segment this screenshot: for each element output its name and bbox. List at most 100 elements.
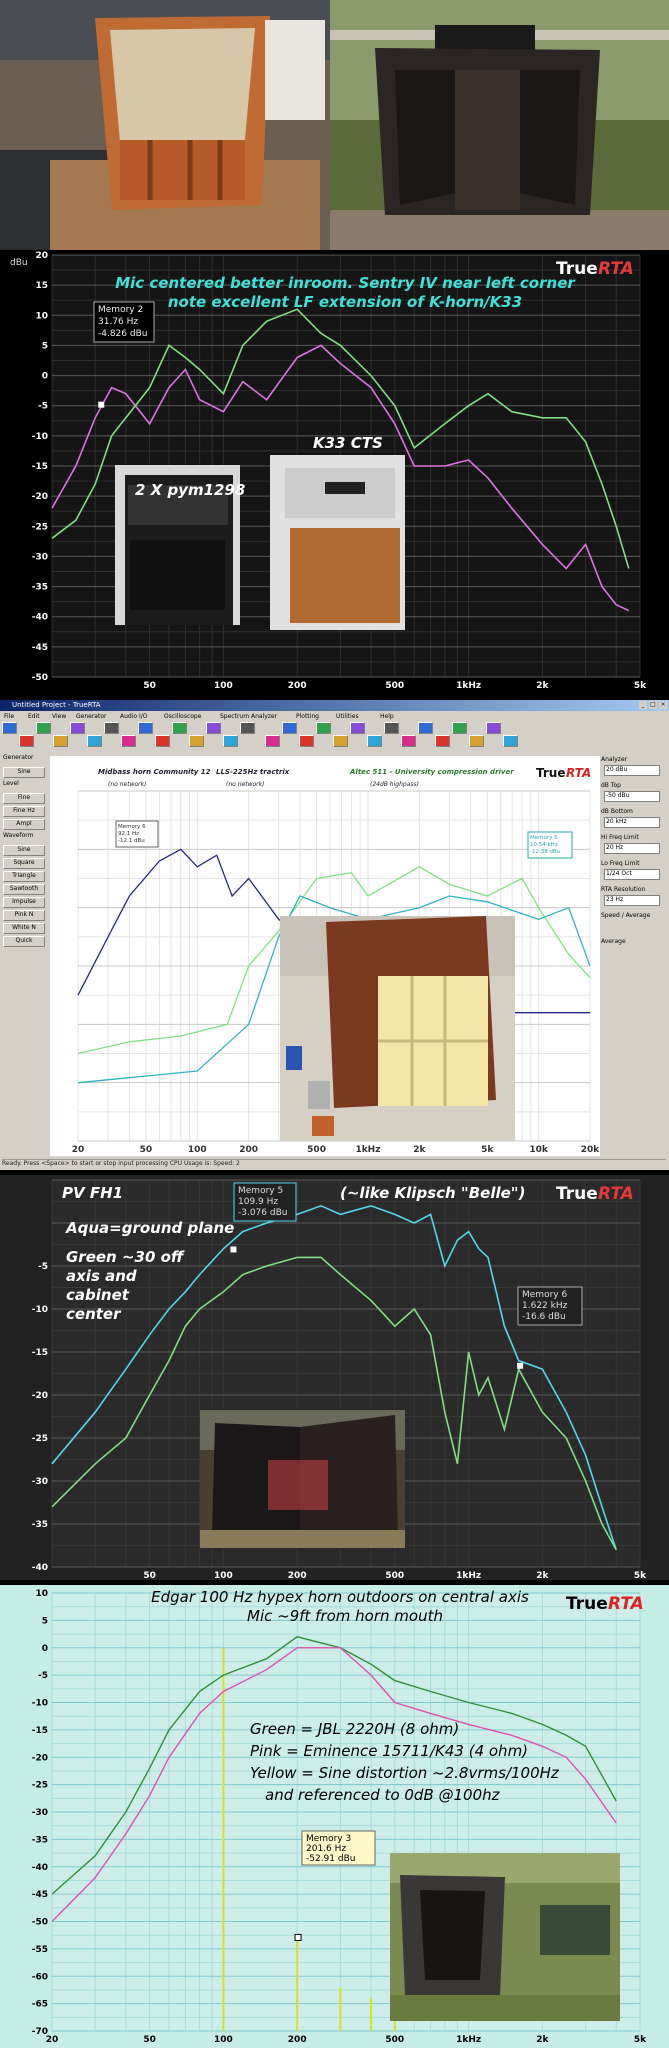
toolbar-icon-button[interactable]	[452, 722, 467, 734]
y-tick-label: -5	[38, 402, 48, 412]
toolbar-icon-button[interactable]	[70, 722, 85, 734]
toolbar-icon-button[interactable]	[367, 735, 382, 747]
chart2-logo: True RTA	[536, 766, 591, 780]
generator-control-13[interactable]: White N	[3, 923, 45, 934]
analyzer-label-1: dB Top	[601, 782, 621, 789]
toolbar-icon-button[interactable]	[265, 735, 280, 747]
menu-item-6[interactable]: Spectrum Analyzer	[220, 713, 277, 720]
generator-control-9[interactable]: Triangle	[3, 871, 45, 882]
x-tick-label: 500	[385, 681, 404, 690]
menu-item-4[interactable]: Audio I/O	[120, 713, 147, 720]
chart4-photo	[390, 1853, 620, 2021]
close-button[interactable]: ×	[659, 701, 667, 709]
toolbar-icon-button[interactable]	[206, 722, 221, 734]
generator-control-10[interactable]: Sawtooth	[3, 884, 45, 895]
y-tick-label: -15	[32, 1348, 48, 1358]
generator-control-8[interactable]: Square	[3, 858, 45, 869]
menu-item-0[interactable]: File	[4, 713, 14, 720]
toolbar-icon-button[interactable]	[350, 722, 365, 734]
toolbar-icon-button[interactable]	[155, 735, 170, 747]
analyzer-field-1[interactable]: -50 dBu	[604, 791, 660, 802]
memory5-freq: 10.54 kHz	[530, 842, 558, 848]
memory6-freq: 92.1 Hz	[118, 831, 139, 837]
toolbar-icon-button[interactable]	[503, 735, 518, 747]
generator-control-3[interactable]: Fine	[3, 793, 45, 804]
chart1-memory-box: Memory 2 31.76 Hz -4.826 dBu	[93, 301, 155, 343]
chart3-panel: -5 -10 -15 -20 -25 -30 -35 -40 50 100 200 500 1kHz 2…	[0, 1175, 669, 1580]
analyzer-field-2[interactable]: 20 kHz	[604, 817, 660, 828]
toolbar-icon-button[interactable]	[172, 722, 187, 734]
menu-item-2[interactable]: View	[52, 713, 66, 720]
chart3-subtitle: (~like Klipsch "Belle")	[340, 1184, 525, 1202]
memory5-level: -12.38 dBu	[530, 849, 560, 855]
generator-control-14[interactable]: Quick	[3, 936, 45, 947]
menu-item-9[interactable]: Help	[380, 713, 394, 720]
y-tick-label: -45	[32, 643, 48, 653]
generator-control-4[interactable]: Fine Hz	[3, 806, 45, 817]
toolbar-icon-button[interactable]	[486, 722, 501, 734]
toolbar-icon-button[interactable]	[36, 722, 51, 734]
toolbar-icon-button[interactable]	[223, 735, 238, 747]
toolbar-icon-button[interactable]	[104, 722, 119, 734]
generator-control-7[interactable]: Sine	[3, 845, 45, 856]
menu-bar: File Edit View Generator Audio I/O Oscillosco…	[2, 712, 662, 721]
menu-item-8[interactable]: Utilities	[336, 713, 359, 720]
toolbar-icon-button[interactable]	[299, 735, 314, 747]
menu-item-3[interactable]: Generator	[76, 713, 106, 720]
generator-control-1[interactable]: Sine	[3, 767, 45, 778]
analyzer-field-0[interactable]: 20 dBu	[604, 765, 660, 776]
toolbar-icon-button[interactable]	[121, 735, 136, 747]
x-tick-label: 5k	[634, 1571, 647, 1580]
toolbar-icon-button[interactable]	[316, 722, 331, 734]
maximize-button[interactable]: □	[649, 701, 657, 709]
toolbar-icon-button[interactable]	[87, 735, 102, 747]
y-tick-label: 5	[42, 341, 48, 351]
chart1-panel: 20 15 10 5 0 -5 -10 -15 -20 -25 -30 -35 -40 -45 -50 50…	[0, 250, 669, 690]
minimize-button[interactable]: _	[639, 701, 647, 709]
toolbar-icon-button[interactable]	[401, 735, 416, 747]
toolbar-icon-button[interactable]	[384, 722, 399, 734]
analyzer-field-3[interactable]: 20 Hz	[604, 843, 660, 854]
generator-control-5[interactable]: Ampl	[3, 819, 45, 830]
chart4-note-yellow: Yellow = Sine distortion ~2.8vrms/100Hz	[250, 1764, 560, 1782]
x-tick-label: 20	[72, 1145, 85, 1155]
memory6-level: -16.6 dBu	[522, 1312, 566, 1322]
chart2-label-altec: Altec 511 - University compression drive…	[349, 768, 514, 776]
menu-item-5[interactable]: Oscilloscope	[164, 713, 201, 720]
chart3-memory-b: Memory 6 1.622 kHz -16.6 dBu	[517, 1286, 583, 1326]
toolbar-icon-button[interactable]	[138, 722, 153, 734]
y-tick-label: -25	[32, 1781, 48, 1791]
toolbar-icon-button[interactable]	[189, 735, 204, 747]
x-tick-label: 200	[288, 2035, 307, 2045]
menu-item-1[interactable]: Edit	[28, 713, 40, 720]
toolbar-icon-button[interactable]	[469, 735, 484, 747]
generator-control-11[interactable]: Impulse	[3, 897, 45, 908]
y-tick-label: -5	[38, 1262, 48, 1272]
y-tick-label: -10	[32, 1305, 48, 1315]
toolbar-icon-button[interactable]	[53, 735, 68, 747]
toolbar-icon-button[interactable]	[435, 735, 450, 747]
analyzer-field-5[interactable]: 23 Hz	[604, 895, 660, 906]
toolbar-icon-button[interactable]	[282, 722, 297, 734]
toolbar-icon-button[interactable]	[333, 735, 348, 747]
x-tick-label: 1kHz	[456, 681, 481, 690]
toolbar-icon-button[interactable]	[19, 735, 34, 747]
chart1-photo-label-pym: 2 X pym1298	[135, 481, 245, 499]
analyzer-label-5: RTA Resolution	[601, 886, 646, 893]
x-tick-label: 1kHz	[456, 1571, 481, 1580]
y-tick-label: -15	[32, 462, 48, 472]
menu-item-7[interactable]: Plotting	[296, 713, 319, 720]
memory5-freq: 109.9 Hz	[238, 1197, 278, 1207]
analyzer-label-2: dB Bottom	[601, 808, 633, 815]
y-tick-label: -30	[32, 1477, 48, 1487]
analyzer-field-4[interactable]: 1/24 Oct	[604, 869, 660, 880]
toolbar-icon-button[interactable]	[2, 722, 17, 734]
generator-control-12[interactable]: Pink N	[3, 910, 45, 921]
chart2-memory-left: Memory 6 92.1 Hz -12.1 dBu	[115, 820, 159, 848]
toolbar-icon-button[interactable]	[240, 722, 255, 734]
chart4-note-pink: Pink = Eminence 15711/K43 (4 ohm)	[250, 1742, 528, 1760]
chart3-note-cabinet: cabinet	[66, 1286, 130, 1304]
x-tick-label: 1kHz	[456, 2035, 481, 2045]
chart3-note-aqua: Aqua=ground plane	[65, 1219, 234, 1237]
toolbar-icon-button[interactable]	[418, 722, 433, 734]
